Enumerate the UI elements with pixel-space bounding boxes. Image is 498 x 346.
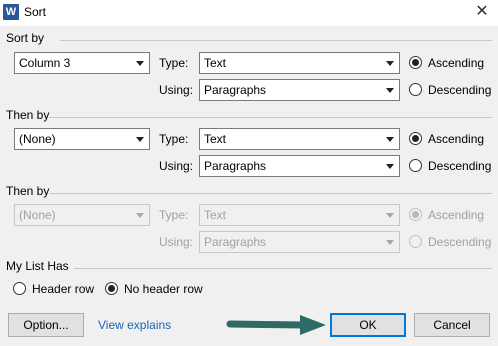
pointer-arrow-annotation (226, 315, 326, 335)
view-explains-link[interactable]: View explains (98, 318, 171, 332)
then-by-2-using-value: Paragraphs (204, 235, 267, 249)
cancel-button[interactable]: Cancel (414, 313, 490, 337)
close-button[interactable]: ✕ (466, 0, 498, 26)
then-by-2-ascending-radio[interactable] (409, 208, 422, 221)
word-app-icon: W (3, 4, 19, 20)
then-by-1-descending-label[interactable]: Descending (428, 159, 491, 173)
then-by-2-column-value: (None) (19, 208, 56, 222)
my-list-has-divider (74, 268, 492, 269)
then-by-2-type-value: Text (204, 208, 227, 222)
then-by-1-using-value: Paragraphs (204, 159, 267, 173)
then-by-1-using-label: Using: (159, 159, 194, 173)
then-by-1-divider (50, 117, 492, 118)
header-row-label[interactable]: Header row (32, 282, 94, 296)
sort-by-descending-radio[interactable] (409, 83, 422, 96)
sort-by-ascending-radio[interactable] (409, 56, 422, 69)
ok-button[interactable]: OK (330, 313, 406, 337)
chevron-down-icon (386, 164, 394, 169)
sort-by-using-value: Paragraphs (204, 83, 267, 97)
then-by-2-using-label: Using: (159, 235, 194, 249)
sort-by-type-label: Type: (159, 56, 189, 70)
then-by-2-descending-label[interactable]: Descending (428, 235, 491, 249)
window-title: Sort (24, 5, 47, 19)
then-by-2-column-select[interactable]: (None) (14, 204, 150, 226)
then-by-1-column-value: (None) (19, 132, 56, 146)
then-by-2-type-select[interactable]: Text (199, 204, 400, 226)
then-by-2-type-label: Type: (159, 208, 189, 222)
then-by-1-using-select[interactable]: Paragraphs (199, 155, 400, 177)
chevron-down-icon (386, 61, 394, 66)
then-by-2-ascending-label[interactable]: Ascending (428, 208, 484, 222)
then-by-1-type-select[interactable]: Text (199, 128, 400, 150)
arrow-head (300, 315, 326, 335)
chevron-down-icon (136, 213, 144, 218)
sort-by-using-label: Using: (159, 83, 194, 97)
sort-by-type-select[interactable]: Text (199, 52, 400, 74)
my-list-has-heading: My List Has (6, 259, 69, 273)
sort-by-using-select[interactable]: Paragraphs (199, 79, 400, 101)
then-by-2-divider (50, 193, 492, 194)
no-header-row-label[interactable]: No header row (124, 282, 203, 296)
chevron-down-icon (386, 88, 394, 93)
sort-by-column-select[interactable]: Column 3 (14, 52, 150, 74)
no-header-row-radio[interactable] (105, 282, 118, 295)
then-by-1-ascending-radio[interactable] (409, 132, 422, 145)
then-by-1-column-select[interactable]: (None) (14, 128, 150, 150)
header-row-radio[interactable] (13, 282, 26, 295)
then-by-1-descending-radio[interactable] (409, 159, 422, 172)
then-by-2-using-select[interactable]: Paragraphs (199, 231, 400, 253)
then-by-2-descending-radio[interactable] (409, 235, 422, 248)
chevron-down-icon (386, 213, 394, 218)
chevron-down-icon (136, 61, 144, 66)
options-button[interactable]: Option... (8, 313, 84, 337)
sort-by-column-value: Column 3 (19, 56, 71, 70)
chevron-down-icon (386, 240, 394, 245)
sort-by-heading: Sort by (6, 31, 45, 45)
then-by-1-ascending-label[interactable]: Ascending (428, 132, 484, 146)
sort-by-descending-label[interactable]: Descending (428, 83, 491, 97)
chevron-down-icon (136, 137, 144, 142)
then-by-1-heading: Then by (6, 108, 50, 122)
chevron-down-icon (386, 137, 394, 142)
sort-by-divider (60, 40, 492, 41)
arrow-shaft (226, 320, 308, 329)
title-bar: W Sort ✕ (0, 0, 498, 26)
then-by-1-type-label: Type: (159, 132, 189, 146)
then-by-1-type-value: Text (204, 132, 227, 146)
sort-by-ascending-label[interactable]: Ascending (428, 56, 484, 70)
sort-by-type-value: Text (204, 56, 227, 70)
then-by-2-heading: Then by (6, 184, 50, 198)
